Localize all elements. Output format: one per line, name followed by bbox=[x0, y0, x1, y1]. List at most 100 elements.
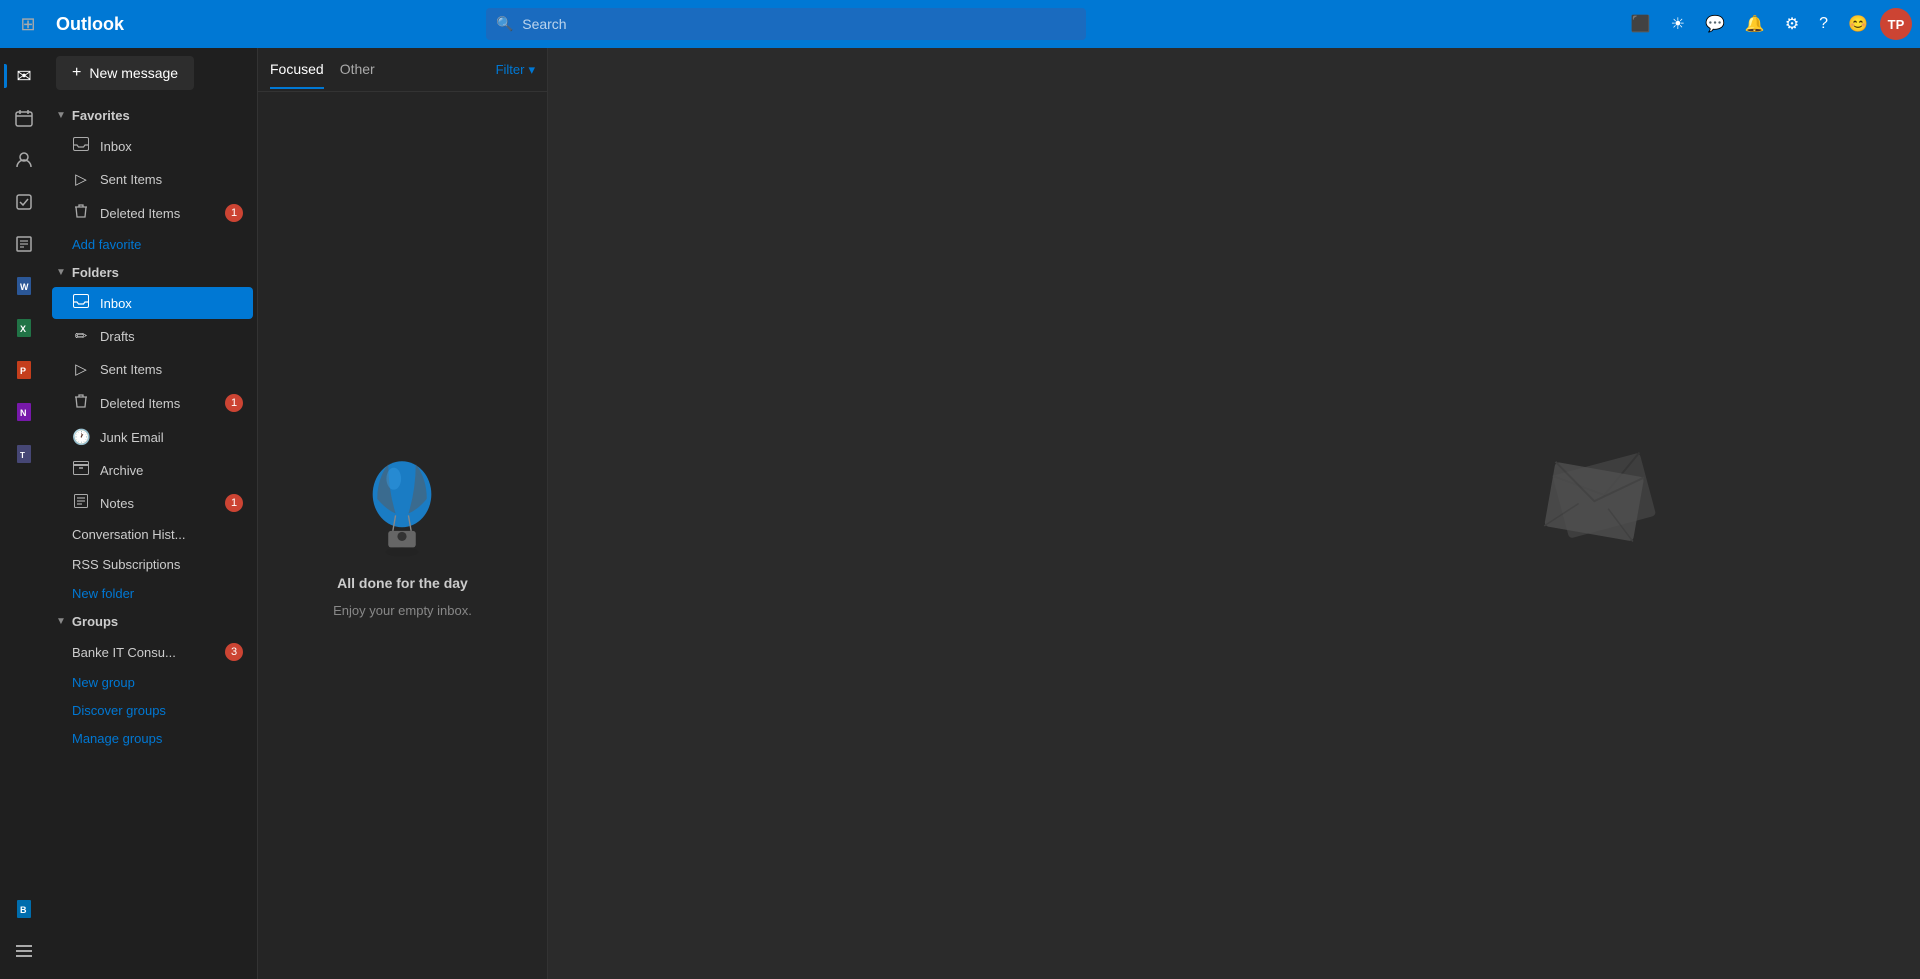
email-list-content: All done for the day Enjoy your empty in… bbox=[258, 92, 547, 979]
folders-chevron: ▼ bbox=[56, 267, 66, 278]
icon-rail: ✉ bbox=[0, 48, 48, 979]
folders-section-header[interactable]: ▼ Folders bbox=[48, 259, 257, 286]
new-folder-link[interactable]: New folder bbox=[52, 580, 253, 607]
sidebar-item-fav-inbox[interactable]: Inbox bbox=[52, 130, 253, 162]
rail-mail-button[interactable]: ✉ bbox=[4, 56, 44, 96]
empty-inbox-subtitle: Enjoy your empty inbox. bbox=[333, 603, 472, 618]
email-list-panel: Focused Other Filter ▾ bbox=[258, 48, 548, 979]
rail-bookings-button[interactable]: B bbox=[4, 889, 44, 929]
deleted-label: Deleted Items bbox=[100, 396, 215, 411]
rail-people-button[interactable] bbox=[4, 140, 44, 180]
notifications-button[interactable]: 🔔 bbox=[1737, 8, 1773, 40]
junk-label: Junk Email bbox=[100, 430, 243, 445]
rss-label: RSS Subscriptions bbox=[72, 557, 243, 572]
manage-groups-link[interactable]: Manage groups bbox=[52, 725, 253, 752]
rail-ppt-button[interactable]: P bbox=[4, 350, 44, 390]
groups-label: Groups bbox=[72, 614, 118, 629]
media-button[interactable]: ⬛ bbox=[1623, 8, 1659, 40]
convhist-label: Conversation Hist... bbox=[72, 527, 243, 542]
new-message-label: New message bbox=[89, 65, 178, 81]
svg-text:P: P bbox=[20, 366, 26, 376]
sidebar-item-drafts[interactable]: ✏ Drafts bbox=[52, 320, 253, 352]
deleted-icon bbox=[72, 203, 90, 223]
fav-sent-label: Sent Items bbox=[100, 172, 243, 187]
topbar-left: ⊞ Outlook bbox=[8, 4, 218, 44]
sidebar-item-fav-sent[interactable]: ▷ Sent Items bbox=[52, 163, 253, 195]
main-area: ✉ bbox=[0, 48, 1920, 979]
sent-icon: ▷ bbox=[72, 170, 90, 188]
avatar[interactable]: TP bbox=[1880, 8, 1912, 40]
settings-button[interactable]: ⚙ bbox=[1777, 8, 1807, 40]
inbox-icon bbox=[72, 137, 90, 155]
sidebar-item-junk[interactable]: 🕐 Junk Email bbox=[52, 421, 253, 453]
archive-label: Archive bbox=[100, 463, 243, 478]
new-message-button[interactable]: + New message bbox=[56, 56, 194, 90]
envelope-decoration bbox=[1540, 433, 1670, 568]
topbar-right: ⬛ ☀ 💬 🔔 ⚙ ? 😊 TP bbox=[1623, 8, 1912, 40]
folders-label: Folders bbox=[72, 265, 119, 280]
sidebar-item-banke[interactable]: Banke IT Consu... 3 bbox=[52, 636, 253, 668]
sidebar-item-inbox[interactable]: Inbox bbox=[52, 287, 253, 319]
empty-inbox-title: All done for the day bbox=[337, 575, 468, 591]
junk-icon: 🕐 bbox=[72, 428, 90, 446]
sent-label: Sent Items bbox=[100, 362, 243, 377]
tab-other[interactable]: Other bbox=[340, 51, 375, 89]
notes-label: Notes bbox=[100, 496, 215, 511]
svg-text:W: W bbox=[20, 282, 29, 292]
sidebar-item-notes[interactable]: Notes 1 bbox=[52, 487, 253, 519]
topbar: ⊞ Outlook 🔍 ⬛ ☀ 💬 🔔 ⚙ ? 😊 TP bbox=[0, 0, 1920, 48]
new-group-link[interactable]: New group bbox=[52, 669, 253, 696]
groups-chevron: ▼ bbox=[56, 616, 66, 627]
help-button[interactable]: ? bbox=[1811, 9, 1836, 39]
inbox-folder-label: Inbox bbox=[100, 296, 243, 311]
search-input[interactable] bbox=[486, 8, 1086, 40]
rail-sticky-button[interactable] bbox=[4, 224, 44, 264]
groups-section-header[interactable]: ▼ Groups bbox=[48, 608, 257, 635]
app-logo: Outlook bbox=[56, 14, 124, 35]
rail-word-button[interactable]: W bbox=[4, 266, 44, 306]
folder-deleted-icon bbox=[72, 393, 90, 413]
empty-inbox-illustration: All done for the day Enjoy your empty in… bbox=[333, 453, 472, 618]
sidebar-item-archive[interactable]: Archive bbox=[52, 454, 253, 486]
rail-onenote-button[interactable]: N bbox=[4, 392, 44, 432]
svg-text:N: N bbox=[20, 408, 27, 418]
filter-label: Filter bbox=[496, 62, 525, 77]
sidebar-item-sent[interactable]: ▷ Sent Items bbox=[52, 353, 253, 385]
rail-excel-button[interactable]: X bbox=[4, 308, 44, 348]
waffle-menu-button[interactable]: ⊞ bbox=[8, 4, 48, 44]
rail-calendar-button[interactable] bbox=[4, 98, 44, 138]
add-favorite-link[interactable]: Add favorite bbox=[52, 231, 253, 258]
folder-sent-icon: ▷ bbox=[72, 360, 90, 378]
filter-chevron-icon: ▾ bbox=[528, 62, 535, 78]
drafts-icon: ✏ bbox=[72, 327, 90, 345]
favorites-section-header[interactable]: ▼ Favorites bbox=[48, 102, 257, 129]
sidebar-item-fav-deleted[interactable]: Deleted Items 1 bbox=[52, 196, 253, 230]
notes-badge: 1 bbox=[225, 494, 243, 512]
myday-button[interactable]: ☀ bbox=[1663, 8, 1693, 40]
rail-teams-button[interactable]: T bbox=[4, 434, 44, 474]
email-tabs: Focused Other Filter ▾ bbox=[258, 48, 547, 92]
balloon-illustration bbox=[357, 453, 447, 563]
svg-text:T: T bbox=[20, 451, 25, 460]
fav-deleted-label: Deleted Items bbox=[100, 206, 215, 221]
main-content bbox=[548, 48, 1920, 979]
svg-text:B: B bbox=[20, 905, 27, 915]
discover-groups-link[interactable]: Discover groups bbox=[52, 697, 253, 724]
tab-focused[interactable]: Focused bbox=[270, 51, 324, 89]
search-bar: 🔍 bbox=[486, 8, 1086, 40]
archive-icon bbox=[72, 461, 90, 479]
teams-button[interactable]: 💬 bbox=[1697, 8, 1733, 40]
plus-icon: + bbox=[72, 64, 81, 82]
favorites-chevron: ▼ bbox=[56, 110, 66, 121]
fav-deleted-badge: 1 bbox=[225, 204, 243, 222]
sidebar-item-convhist[interactable]: Conversation Hist... bbox=[52, 520, 253, 549]
banke-label: Banke IT Consu... bbox=[72, 645, 215, 660]
rail-tasks-button[interactable] bbox=[4, 182, 44, 222]
fav-inbox-label: Inbox bbox=[100, 139, 243, 154]
rail-hamburger-button[interactable] bbox=[4, 931, 44, 971]
sidebar-item-deleted[interactable]: Deleted Items 1 bbox=[52, 386, 253, 420]
filter-button[interactable]: Filter ▾ bbox=[496, 62, 535, 78]
sidebar: + New message ▼ Favorites Inbox ▷ Sent I… bbox=[48, 48, 258, 979]
sidebar-item-rss[interactable]: RSS Subscriptions bbox=[52, 550, 253, 579]
feedback-button[interactable]: 😊 bbox=[1840, 8, 1876, 40]
